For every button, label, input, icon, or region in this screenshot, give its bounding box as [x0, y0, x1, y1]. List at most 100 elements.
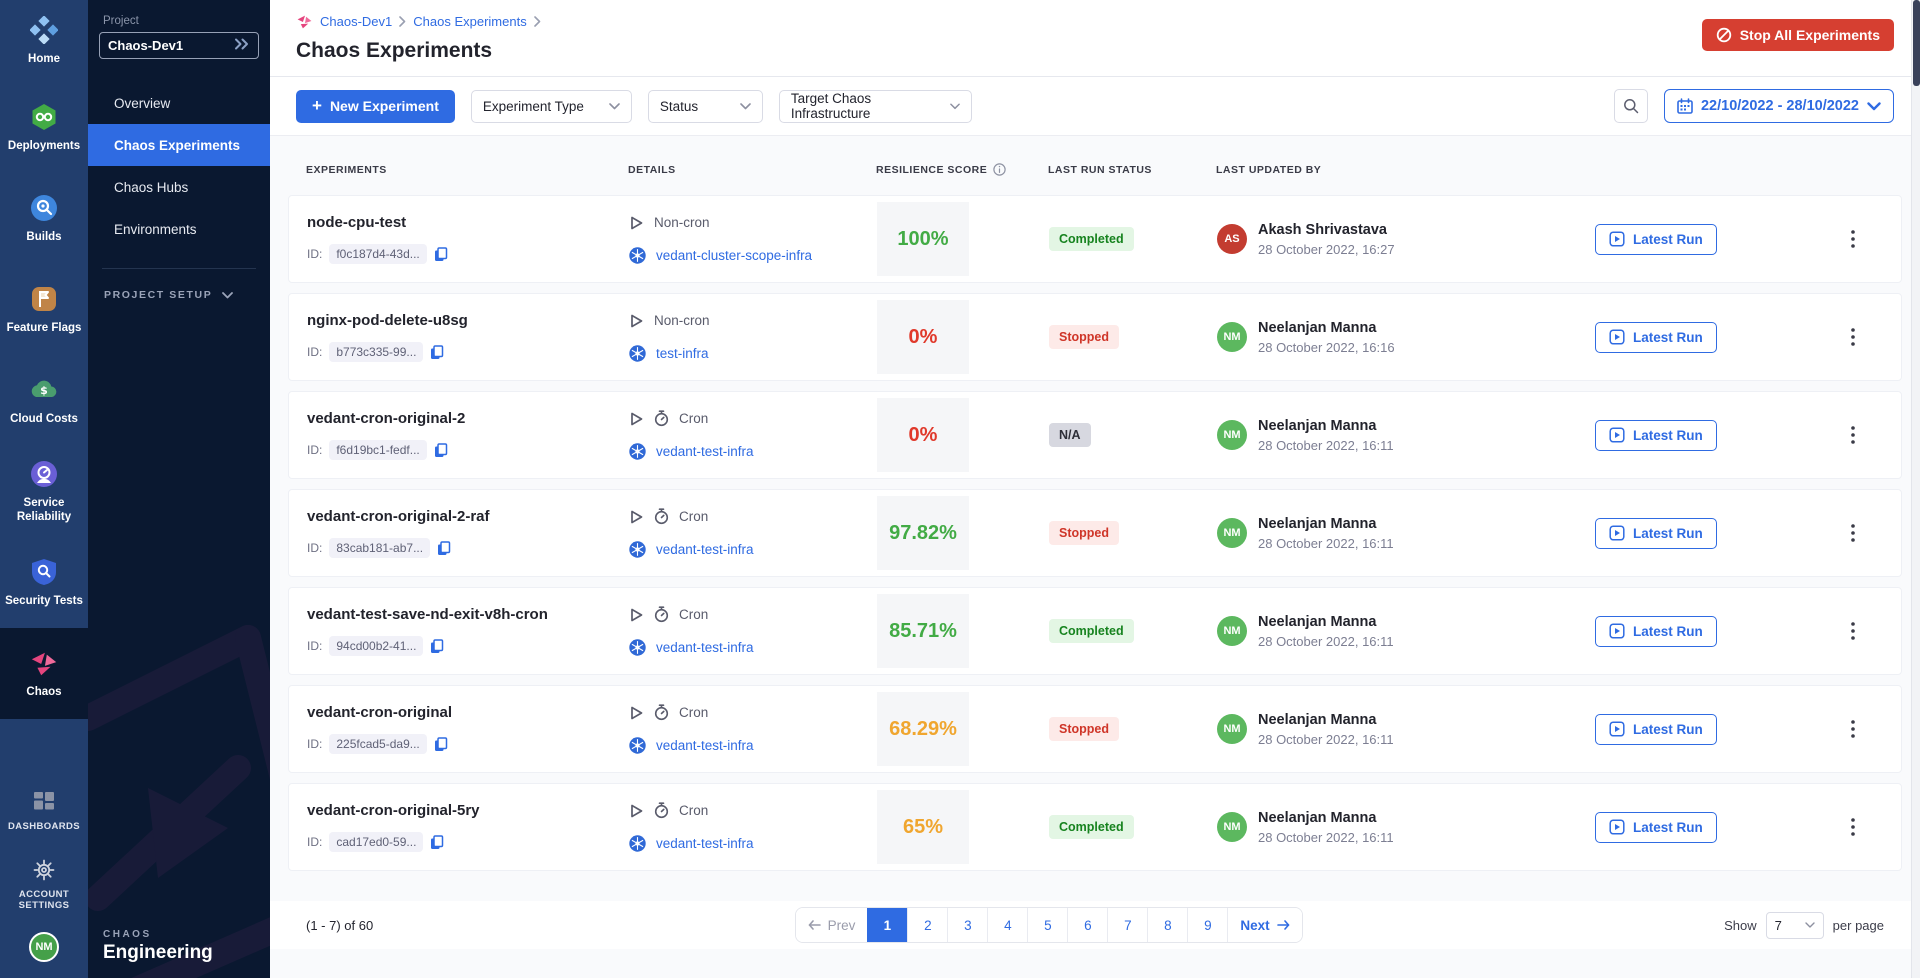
- nav-item-overview[interactable]: Overview: [88, 82, 270, 124]
- page-button-2[interactable]: 2: [907, 908, 947, 942]
- copy-icon[interactable]: [434, 443, 448, 458]
- experiment-name[interactable]: node-cpu-test: [307, 214, 629, 231]
- prev-page-button[interactable]: Prev: [796, 908, 868, 942]
- page-button-5[interactable]: 5: [1027, 908, 1067, 942]
- rail-item-home[interactable]: Home: [0, 0, 88, 82]
- latest-run-button[interactable]: Latest Run: [1595, 714, 1717, 745]
- breadcrumb-project-link[interactable]: Chaos-Dev1: [320, 14, 392, 29]
- plus-icon: +: [312, 96, 322, 116]
- row-menu-cell: [1735, 426, 1883, 444]
- rail-item-service-reliability[interactable]: Service Reliability: [0, 446, 88, 537]
- nav-item-environments[interactable]: Environments: [88, 208, 270, 250]
- project-selector[interactable]: Chaos-Dev1: [99, 32, 259, 59]
- copy-icon[interactable]: [437, 541, 451, 556]
- infrastructure-link[interactable]: vedant-test-infra: [656, 836, 754, 851]
- experiment-name[interactable]: vedant-cron-original-5ry: [307, 802, 629, 819]
- chaos-logo-icon: [296, 13, 313, 30]
- infrastructure-link[interactable]: vedant-cluster-scope-infra: [656, 248, 812, 263]
- experiment-cell: vedant-test-save-nd-exit-v8h-cron ID: 94…: [307, 606, 629, 656]
- latest-run-button[interactable]: Latest Run: [1595, 224, 1717, 255]
- latest-run-label: Latest Run: [1633, 820, 1703, 835]
- rail-item-chaos[interactable]: Chaos: [0, 628, 88, 719]
- copy-icon[interactable]: [430, 639, 444, 654]
- experiment-id: 94cd00b2-41...: [329, 636, 423, 656]
- experiment-id: f6d19bc1-fedf...: [329, 440, 426, 460]
- infrastructure-link[interactable]: vedant-test-infra: [656, 542, 754, 557]
- page-size-select[interactable]: 7: [1766, 912, 1824, 939]
- rail-item-security-tests[interactable]: Security Tests: [0, 537, 88, 628]
- target-infrastructure-filter[interactable]: Target Chaos Infrastructure: [779, 90, 972, 123]
- kebab-menu-icon[interactable]: [1851, 328, 1855, 346]
- copy-icon[interactable]: [430, 835, 444, 850]
- latest-run-button[interactable]: Latest Run: [1595, 518, 1717, 549]
- user-avatar[interactable]: NM: [29, 932, 59, 962]
- experiment-name[interactable]: nginx-pod-delete-u8sg: [307, 312, 629, 329]
- scrollbar-thumb[interactable]: [1913, 0, 1920, 86]
- id-label: ID:: [307, 835, 322, 849]
- kubernetes-icon: [629, 247, 646, 264]
- double-chevron-right-icon[interactable]: [234, 38, 250, 53]
- page-number-buttons: 123456789: [867, 908, 1227, 942]
- copy-icon[interactable]: [434, 247, 448, 262]
- latest-run-button[interactable]: Latest Run: [1595, 420, 1717, 451]
- status-filter[interactable]: Status: [648, 90, 763, 123]
- rail-item-account-settings[interactable]: ACCOUNT SETTINGS: [0, 848, 88, 922]
- page-button-9[interactable]: 9: [1187, 908, 1227, 942]
- rail-item-feature-flags[interactable]: Feature Flags: [0, 264, 88, 355]
- new-experiment-button[interactable]: + New Experiment: [296, 90, 455, 123]
- feature-flags-icon: [29, 284, 59, 314]
- experiment-name[interactable]: vedant-cron-original: [307, 704, 629, 721]
- experiment-name[interactable]: vedant-test-save-nd-exit-v8h-cron: [307, 606, 629, 623]
- kebab-menu-icon[interactable]: [1851, 622, 1855, 640]
- status-cell: Stopped: [1049, 521, 1217, 545]
- infrastructure-link[interactable]: vedant-test-infra: [656, 640, 754, 655]
- page-button-1[interactable]: 1: [867, 908, 907, 942]
- kebab-menu-icon[interactable]: [1851, 818, 1855, 836]
- rail-item-cloud-costs[interactable]: $ Cloud Costs: [0, 355, 88, 446]
- run-play-icon: [1609, 819, 1625, 835]
- copy-icon[interactable]: [434, 737, 448, 752]
- stop-all-experiments-button[interactable]: Stop All Experiments: [1702, 19, 1894, 51]
- rail-item-deployments[interactable]: Deployments: [0, 82, 88, 173]
- kebab-menu-icon[interactable]: [1851, 720, 1855, 738]
- infrastructure-link[interactable]: vedant-test-infra: [656, 738, 754, 753]
- infrastructure-link[interactable]: test-infra: [656, 346, 709, 361]
- breadcrumb-experiments-link[interactable]: Chaos Experiments: [413, 14, 526, 29]
- page-button-3[interactable]: 3: [947, 908, 987, 942]
- status-cell: Completed: [1049, 227, 1217, 251]
- infrastructure-link[interactable]: vedant-test-infra: [656, 444, 754, 459]
- brand-chaos-label: CHAOS: [103, 929, 270, 940]
- page-button-4[interactable]: 4: [987, 908, 1027, 942]
- date-range-picker[interactable]: 22/10/2022 - 28/10/2022: [1664, 89, 1894, 123]
- project-setup-section[interactable]: PROJECT SETUP: [88, 269, 270, 301]
- prev-label: Prev: [828, 918, 856, 933]
- vertical-scrollbar[interactable]: [1911, 0, 1920, 978]
- latest-run-label: Latest Run: [1633, 624, 1703, 639]
- search-button[interactable]: [1614, 89, 1648, 123]
- next-page-button[interactable]: Next: [1227, 908, 1301, 942]
- experiment-name[interactable]: vedant-cron-original-2: [307, 410, 629, 427]
- info-icon[interactable]: [993, 163, 1006, 176]
- nav-item-chaos-hubs[interactable]: Chaos Hubs: [88, 166, 270, 208]
- updated-timestamp: 28 October 2022, 16:11: [1258, 634, 1394, 649]
- copy-icon[interactable]: [430, 345, 444, 360]
- latest-run-button[interactable]: Latest Run: [1595, 812, 1717, 843]
- experiment-cell: vedant-cron-original-2 ID: f6d19bc1-fedf…: [307, 410, 629, 460]
- kebab-menu-icon[interactable]: [1851, 230, 1855, 248]
- page-button-6[interactable]: 6: [1067, 908, 1107, 942]
- page-button-7[interactable]: 7: [1107, 908, 1147, 942]
- latest-run-button[interactable]: Latest Run: [1595, 322, 1717, 353]
- latest-run-button[interactable]: Latest Run: [1595, 616, 1717, 647]
- rail-item-builds[interactable]: Builds: [0, 173, 88, 264]
- updated-timestamp: 28 October 2022, 16:11: [1258, 438, 1394, 453]
- page-button-8[interactable]: 8: [1147, 908, 1187, 942]
- kebab-menu-icon[interactable]: [1851, 524, 1855, 542]
- experiment-type-filter[interactable]: Experiment Type: [471, 90, 632, 123]
- kebab-menu-icon[interactable]: [1851, 426, 1855, 444]
- rail-item-dashboards[interactable]: DASHBOARDS: [0, 774, 88, 848]
- nav-item-chaos-experiments[interactable]: Chaos Experiments: [88, 124, 270, 166]
- experiment-name[interactable]: vedant-cron-original-2-raf: [307, 508, 629, 525]
- col-experiments: EXPERIMENTS: [306, 164, 628, 176]
- resilience-score-cell: 100%: [877, 202, 1049, 276]
- rail-item-label: Builds: [26, 230, 61, 244]
